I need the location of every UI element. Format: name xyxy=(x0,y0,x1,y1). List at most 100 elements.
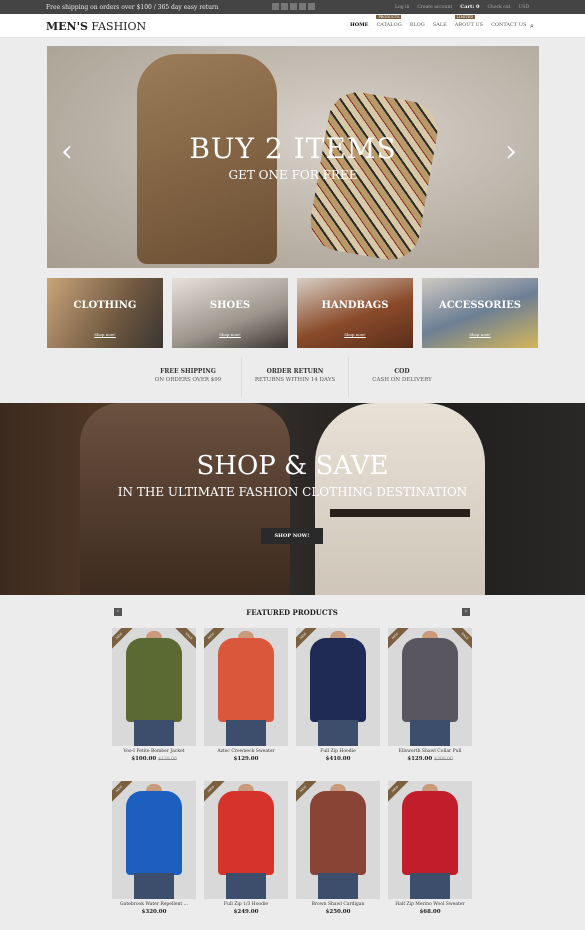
twitter-icon[interactable] xyxy=(272,3,279,10)
main-nav: HOME PRODUCTS CATALOG BLOG SALE LIMITED AB… xyxy=(350,15,526,28)
top-bar: Free shipping on orders over $100 / 365 … xyxy=(0,0,585,14)
feature-cod: COD CASH ON DELIVERY xyxy=(372,368,432,383)
garment-image xyxy=(310,638,366,722)
product-price: $68.00 xyxy=(419,909,441,915)
chevron-right-icon[interactable]: › xyxy=(505,134,517,169)
product-name[interactable]: Ellsworth Shawl Collar Pull xyxy=(388,749,472,754)
product-image[interactable]: NEW SALE xyxy=(388,628,472,746)
product-card[interactable]: NEW Full Zip Hoodie $410.00 xyxy=(296,628,380,773)
product-price: $249.00 xyxy=(233,909,259,915)
category-label: HANDBAGS xyxy=(321,300,389,311)
site-header: MEN'S FASHION HOME PRODUCTS CATALOG BLOG … xyxy=(0,14,585,38)
model-legs xyxy=(134,720,174,746)
chevron-right-icon[interactable]: › xyxy=(462,608,470,616)
product-image[interactable]: NEW xyxy=(388,781,472,899)
shop-now-link[interactable]: Shop now! xyxy=(172,332,288,337)
garment-image xyxy=(402,638,458,722)
product-card[interactable]: NEW Full Zip 1/3 Hoodie $249.00 xyxy=(204,781,288,926)
category-label: CLOTHING xyxy=(73,300,137,311)
banner-title: SHOP & SAVE xyxy=(196,451,389,481)
product-name[interactable]: Half Zip Merino Wool Sweater xyxy=(388,902,472,907)
feature-order-return: ORDER RETURN RETURNS WITHIN 14 DAYS xyxy=(242,357,349,397)
product-image[interactable]: NEW xyxy=(112,781,196,899)
product-card[interactable]: NEW SALE Voo-I Petite Bomber Jacket $100.00… xyxy=(112,628,196,773)
model-legs xyxy=(134,873,174,899)
product-image[interactable]: NEW xyxy=(296,628,380,746)
belt-image xyxy=(330,509,470,517)
shop-now-link[interactable]: Shop now! xyxy=(422,332,538,337)
product-price: $320.00 xyxy=(141,909,167,915)
login-link[interactable]: Log in xyxy=(395,5,409,10)
nav-sale[interactable]: SALE xyxy=(433,22,447,28)
featured-title: FEATURED PRODUCTS xyxy=(246,608,338,617)
model-legs xyxy=(410,873,450,899)
search-icon[interactable]: ⌕ xyxy=(530,22,534,31)
garment-image xyxy=(126,791,182,875)
category-label: SHOES xyxy=(209,300,251,311)
product-image[interactable]: NEW xyxy=(204,781,288,899)
cart-link[interactable]: Cart: 0 xyxy=(460,4,479,10)
youtube-icon[interactable] xyxy=(290,3,297,10)
nav-blog[interactable]: BLOG xyxy=(410,22,425,28)
man-image xyxy=(80,403,290,595)
hero-subtitle: GET ONE FOR FREE xyxy=(228,168,358,182)
category-label: ACCESSORIES xyxy=(438,300,522,311)
product-grid: NEW SALE Voo-I Petite Bomber Jacket $100.00… xyxy=(112,628,474,926)
woman-image xyxy=(315,403,485,595)
promo-banner: SHOP & SAVE IN THE ULTIMATE FASHION CLOT… xyxy=(0,403,585,595)
nav-catalog[interactable]: PRODUCTS CATALOG xyxy=(376,15,402,28)
shop-now-link[interactable]: Shop now! xyxy=(47,332,163,337)
product-card[interactable]: NEW Brown Shawl Cardigan $250.00 xyxy=(296,781,380,926)
model-legs xyxy=(226,720,266,746)
product-image[interactable]: NEW SALE xyxy=(112,628,196,746)
create-account-link[interactable]: Create account xyxy=(417,5,452,10)
feature-free-shipping: FREE SHIPPING ON ORDERS OVER $99 xyxy=(135,357,242,397)
garment-image xyxy=(126,638,182,722)
chevron-left-icon[interactable]: ‹ xyxy=(61,134,73,169)
product-name[interactable]: Full Zip 1/3 Hoodie xyxy=(204,902,288,907)
category-shoes[interactable]: SHOES Shop now! xyxy=(172,278,288,348)
product-price: $410.00 xyxy=(325,756,351,762)
product-card[interactable]: NEW Aztec Crewneck Sweater $129.00 xyxy=(204,628,288,773)
googleplus-icon[interactable] xyxy=(308,3,315,10)
checkout-link[interactable]: Check out xyxy=(487,5,510,10)
nav-home[interactable]: HOME xyxy=(350,22,368,28)
service-features: FREE SHIPPING ON ORDERS OVER $99 ORDER RE… xyxy=(135,357,455,397)
product-card[interactable]: NEW SALE Ellsworth Shawl Collar Pull $129.0… xyxy=(388,628,472,773)
social-links xyxy=(272,3,315,10)
product-price: $129.00 $300.00 xyxy=(407,756,453,762)
old-price: $130.00 xyxy=(158,757,177,762)
site-logo[interactable]: MEN'S FASHION xyxy=(46,20,146,33)
hero-slider: BUY 2 ITEMS GET ONE FOR FREE ‹ › xyxy=(47,46,539,268)
featured-header: ‹ FEATURED PRODUCTS › xyxy=(112,606,472,618)
product-name[interactable]: Aztec Crewneck Sweater xyxy=(204,749,288,754)
product-name[interactable]: Voo-I Petite Bomber Jacket xyxy=(112,749,196,754)
category-accessories[interactable]: ACCESSORIES Shop now! xyxy=(422,278,538,348)
garment-image xyxy=(218,638,274,722)
product-price: $250.00 xyxy=(325,909,351,915)
product-price: $129.00 xyxy=(233,756,259,762)
category-handbags[interactable]: HANDBAGS Shop now! xyxy=(297,278,413,348)
model-legs xyxy=(318,720,358,746)
pinterest-icon[interactable] xyxy=(299,3,306,10)
garment-image xyxy=(218,791,274,875)
model-legs xyxy=(226,873,266,899)
banner-subtitle: IN THE ULTIMATE FASHION CLOTHING DESTINA… xyxy=(117,485,468,499)
shop-now-link[interactable]: Shop now! xyxy=(297,332,413,337)
product-name[interactable]: Full Zip Hoodie xyxy=(296,749,380,754)
product-image[interactable]: NEW xyxy=(296,781,380,899)
category-clothing[interactable]: CLOTHING Shop now! xyxy=(47,278,163,348)
category-tiles: CLOTHING Shop now! SHOES Shop now! HANDB… xyxy=(47,278,539,348)
facebook-icon[interactable] xyxy=(281,3,288,10)
garment-image xyxy=(310,791,366,875)
nav-about-us[interactable]: LIMITED ABOUT US xyxy=(454,15,483,28)
product-card[interactable]: NEW Gatebrook Water Repellent ... $320.00 xyxy=(112,781,196,926)
shop-now-button[interactable]: SHOP NOW! xyxy=(261,528,323,544)
product-name[interactable]: Brown Shawl Cardigan xyxy=(296,902,380,907)
product-name[interactable]: Gatebrook Water Repellent ... xyxy=(112,902,196,907)
product-card[interactable]: NEW Half Zip Merino Wool Sweater $68.00 xyxy=(388,781,472,926)
nav-contact-us[interactable]: CONTACT US xyxy=(491,22,526,28)
currency-select[interactable]: USD xyxy=(519,5,529,10)
product-image[interactable]: NEW xyxy=(204,628,288,746)
shipping-notice: Free shipping on orders over $100 / 365 … xyxy=(46,3,219,11)
